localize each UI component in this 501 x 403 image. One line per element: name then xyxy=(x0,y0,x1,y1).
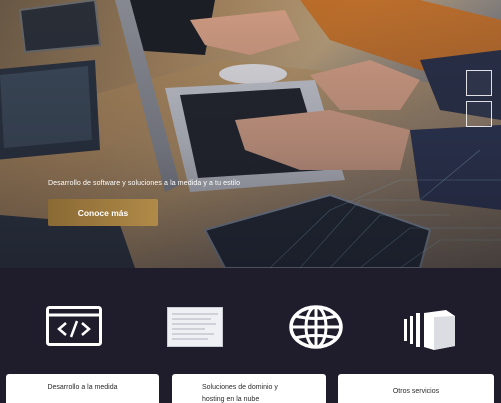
service-card-custom-development[interactable]: Desarrollo a la medida xyxy=(6,374,159,403)
slide-indicator-1[interactable] xyxy=(466,70,492,96)
service-card-other-services[interactable]: Otros servicios xyxy=(338,374,494,403)
document-icon xyxy=(167,307,223,352)
hero-tagline: Desarrollo de software y soluciones a la… xyxy=(48,180,241,187)
service-card-label: Soluciones de dominio y hosting en la nu… xyxy=(202,384,278,403)
service-card-domain-hosting[interactable]: Soluciones de dominio y hosting en la nu… xyxy=(172,374,326,403)
code-window-icon xyxy=(46,306,102,351)
service-card-label: Otros servicios xyxy=(392,388,440,395)
hero-banner: Desarrollo de software y soluciones a la… xyxy=(0,0,501,268)
learn-more-button[interactable]: Conoce más xyxy=(48,199,158,226)
cube-icon xyxy=(402,309,456,356)
hero-overlay xyxy=(0,0,501,268)
globe-icon xyxy=(289,305,343,354)
slide-indicator-2[interactable] xyxy=(466,101,492,127)
service-card-label: Desarrollo a la medida xyxy=(47,384,118,391)
